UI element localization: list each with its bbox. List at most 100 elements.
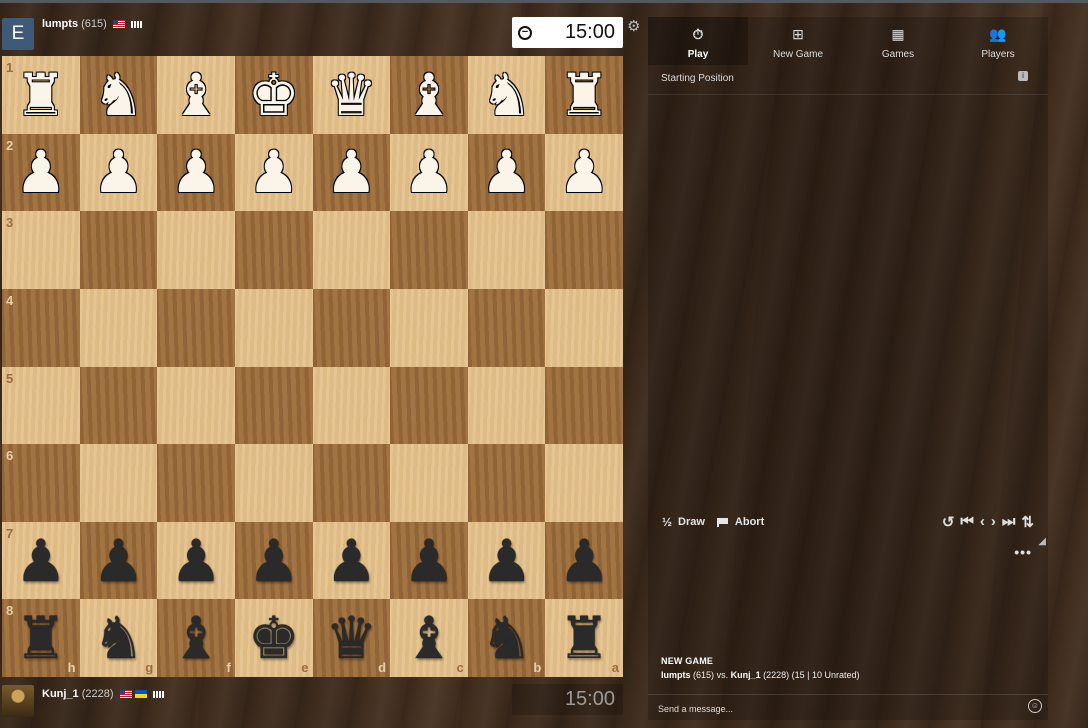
board-square[interactable]: ♟ <box>390 133 468 212</box>
board-square[interactable] <box>467 211 546 289</box>
board-square[interactable] <box>312 211 391 289</box>
board-square[interactable]: ♟ <box>467 133 546 212</box>
board-square[interactable]: g ♞ <box>79 599 158 677</box>
board-square[interactable] <box>467 444 546 522</box>
white-piece[interactable]: ♛ <box>313 56 391 134</box>
more-options-icon[interactable]: ••• <box>1014 544 1032 560</box>
white-piece[interactable]: ♟ <box>313 134 391 212</box>
tab-games[interactable]: ▦ Games <box>848 17 948 65</box>
black-piece[interactable]: ♟ <box>80 522 158 600</box>
white-piece[interactable]: ♟ <box>468 134 546 212</box>
board-square[interactable]: ♟ <box>234 133 313 212</box>
board-square[interactable] <box>234 211 313 289</box>
avatar[interactable] <box>2 685 34 717</box>
first-move-icon[interactable]: ⏮ <box>960 513 974 531</box>
black-piece[interactable]: ♚ <box>235 599 313 677</box>
board-square[interactable]: a ♜ <box>545 599 623 677</box>
board-square[interactable]: ♟ <box>545 133 623 212</box>
black-piece[interactable]: ♟ <box>235 522 313 600</box>
black-piece[interactable]: ♞ <box>468 599 546 677</box>
white-piece[interactable]: ♜ <box>545 56 623 134</box>
tab-play[interactable]: ⏱ Play <box>648 17 748 65</box>
white-piece[interactable]: ♟ <box>2 134 80 212</box>
board-square[interactable]: ♟ <box>312 133 391 212</box>
board-square[interactable] <box>467 366 546 445</box>
white-piece[interactable]: ♟ <box>80 134 158 212</box>
black-piece[interactable]: ♟ <box>313 522 391 600</box>
board-square[interactable] <box>390 366 468 445</box>
last-move-icon[interactable]: ⏭ <box>1002 513 1016 531</box>
board-square[interactable] <box>234 366 313 445</box>
black-piece[interactable]: ♝ <box>390 599 468 677</box>
black-piece[interactable]: ♜ <box>2 599 80 677</box>
board-square[interactable]: ♝ <box>390 56 468 134</box>
board-square[interactable]: ♛ <box>312 56 391 134</box>
board-square[interactable] <box>234 288 313 367</box>
chat-message-input[interactable] <box>656 700 1020 718</box>
board-square[interactable] <box>312 366 391 445</box>
board-square[interactable] <box>79 288 158 367</box>
board-square[interactable]: ♝ <box>157 56 235 134</box>
gear-icon[interactable]: ⚙ <box>627 17 640 35</box>
board-square[interactable]: ♞ <box>467 56 546 134</box>
emoji-icon[interactable]: ☺ <box>1028 699 1042 713</box>
white-piece[interactable]: ♟ <box>157 134 235 212</box>
board-square[interactable]: 6 <box>2 444 80 522</box>
board-square[interactable] <box>390 288 468 367</box>
tab-players[interactable]: 👥 Players <box>948 17 1048 65</box>
black-piece[interactable]: ♞ <box>80 599 158 677</box>
board-square[interactable]: b ♞ <box>467 599 546 677</box>
white-piece[interactable]: ♞ <box>468 56 546 134</box>
black-piece[interactable]: ♟ <box>157 522 235 600</box>
white-piece[interactable]: ♝ <box>157 56 235 134</box>
board-square[interactable] <box>79 444 158 522</box>
board-square[interactable] <box>390 444 468 522</box>
board-square[interactable] <box>545 288 623 367</box>
board-square[interactable] <box>79 366 158 445</box>
board-square[interactable] <box>157 366 235 445</box>
white-piece[interactable]: ♜ <box>2 56 80 134</box>
board-square[interactable] <box>467 288 546 367</box>
board-square[interactable]: d ♛ <box>312 599 391 677</box>
board-square[interactable] <box>312 444 391 522</box>
board-square[interactable]: ♟ <box>467 521 546 600</box>
white-piece[interactable]: ♟ <box>235 134 313 212</box>
chess-board[interactable]: 1 ♜ ♞ ♝ ♚ ♛ ♝ ♞ ♜ 2 ♟ ♟ ♟ ♟ ♟ ♟ ♟ ♟ 3 4 5 6 7 ♟ ♟ ♟ ♟ ♟ ♟ ♟ ♟ 8 h ♜ g ♞ f ♝ e ♚… <box>2 56 623 677</box>
board-square[interactable]: ♟ <box>390 521 468 600</box>
board-square[interactable]: ♟ <box>545 521 623 600</box>
draw-button[interactable]: ½ Draw <box>662 515 705 529</box>
white-piece[interactable]: ♝ <box>390 56 468 134</box>
board-square[interactable]: ♟ <box>157 133 235 212</box>
board-square[interactable] <box>545 366 623 445</box>
board-square[interactable]: ♟ <box>79 521 158 600</box>
board-square[interactable]: 7 ♟ <box>2 521 80 600</box>
white-piece[interactable]: ♟ <box>545 134 623 212</box>
board-square[interactable]: ♟ <box>312 521 391 600</box>
board-square[interactable] <box>545 444 623 522</box>
black-piece[interactable]: ♜ <box>545 599 623 677</box>
black-piece[interactable]: ♝ <box>157 599 235 677</box>
board-square[interactable]: ♟ <box>234 521 313 600</box>
board-square[interactable]: ♞ <box>79 56 158 134</box>
resize-handle-icon[interactable]: ◢ <box>1038 536 1046 547</box>
board-square[interactable]: f ♝ <box>157 599 235 677</box>
board-square[interactable] <box>234 444 313 522</box>
black-piece[interactable]: ♟ <box>468 522 546 600</box>
board-square[interactable] <box>157 211 235 289</box>
abort-button[interactable]: Abort <box>716 516 764 528</box>
board-square[interactable] <box>157 288 235 367</box>
board-square[interactable]: c ♝ <box>390 599 468 677</box>
board-square[interactable] <box>157 444 235 522</box>
board-square[interactable] <box>390 211 468 289</box>
board-square[interactable]: 3 <box>2 211 80 289</box>
board-square[interactable]: 2 ♟ <box>2 133 80 212</box>
flip-board-icon[interactable]: ⇅ <box>1021 513 1034 531</box>
board-square[interactable]: ♚ <box>234 56 313 134</box>
board-square[interactable]: ♜ <box>545 56 623 134</box>
info-icon[interactable]: i <box>1018 71 1028 81</box>
board-square[interactable]: e ♚ <box>234 599 313 677</box>
board-square[interactable]: 8 h ♜ <box>2 599 80 677</box>
board-square[interactable] <box>312 288 391 367</box>
avatar[interactable]: E <box>2 18 34 50</box>
history-icon[interactable]: ↺ <box>942 513 955 531</box>
